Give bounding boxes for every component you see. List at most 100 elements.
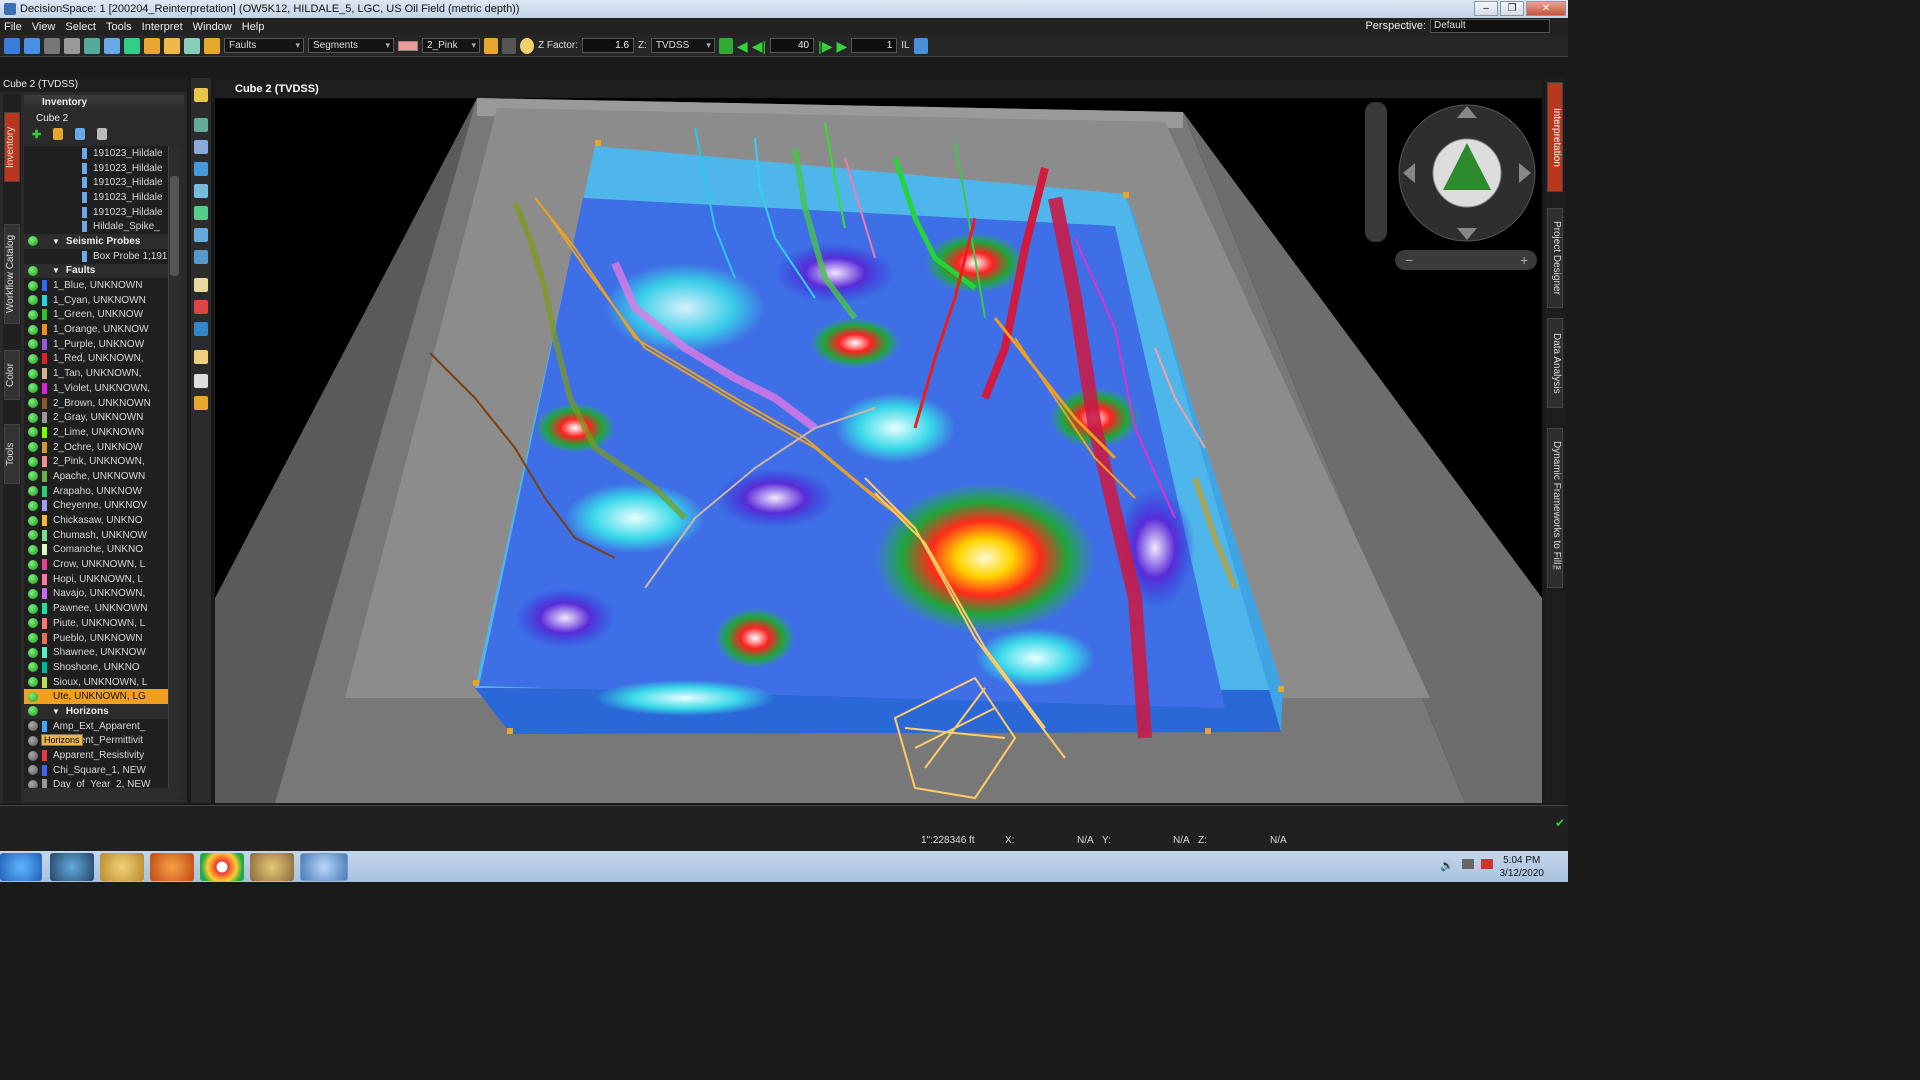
- volume-icon[interactable]: [194, 250, 208, 264]
- visibility-toggle[interactable]: [28, 588, 38, 599]
- z-domain-select[interactable]: TVDSS: [650, 38, 715, 53]
- visibility-toggle[interactable]: [28, 500, 38, 511]
- tree-row[interactable]: 1_Tan, UNKNOWN,: [24, 366, 168, 381]
- tree-row[interactable]: 191023_Hildale: [24, 205, 168, 220]
- maximize-button[interactable]: ❐: [1500, 1, 1524, 16]
- roll-slider[interactable]: [1395, 250, 1537, 270]
- new-icon[interactable]: [4, 37, 20, 54]
- expand-icon[interactable]: ▼: [52, 237, 60, 246]
- hand-icon[interactable]: [194, 350, 208, 364]
- tree-row[interactable]: Chumash, UNKNOW: [24, 528, 168, 543]
- add-icon[interactable]: ✚: [32, 128, 41, 141]
- tree-row[interactable]: 1_Purple, UNKNOW: [24, 337, 168, 352]
- tree-row[interactable]: Piute, UNKNOWN, L: [24, 616, 168, 631]
- tree-row[interactable]: 1_Orange, UNKNOW: [24, 322, 168, 337]
- visibility-toggle[interactable]: [28, 603, 38, 614]
- object-type-select[interactable]: Faults: [224, 38, 304, 53]
- network-icon[interactable]: [1462, 859, 1474, 869]
- visibility-toggle[interactable]: [28, 530, 38, 541]
- tree-row[interactable]: 2_Lime, UNKNOWN: [24, 425, 168, 440]
- visibility-toggle[interactable]: [28, 706, 38, 717]
- menu-file[interactable]: File: [4, 21, 22, 33]
- visibility-toggle[interactable]: [28, 735, 38, 746]
- list-icon[interactable]: [53, 128, 64, 140]
- camera-icon[interactable]: [184, 37, 200, 54]
- visibility-toggle[interactable]: [28, 353, 38, 364]
- visibility-toggle[interactable]: [28, 677, 38, 688]
- tab-tools[interactable]: Tools: [4, 424, 20, 484]
- tree-row[interactable]: 1_Cyan, UNKNOWN: [24, 293, 168, 308]
- tree-row[interactable]: 1_Red, UNKNOWN,: [24, 352, 168, 367]
- tree-row[interactable]: 2_Ochre, UNKNOW: [24, 440, 168, 455]
- clock[interactable]: 5:04 PM 3/12/2020: [1500, 854, 1545, 880]
- visibility-toggle[interactable]: [28, 559, 38, 570]
- menu-interpret[interactable]: Interpret: [142, 21, 183, 33]
- tree-row[interactable]: Shoshone, UNKNO: [24, 660, 168, 675]
- visibility-toggle[interactable]: [28, 398, 38, 409]
- tree-row[interactable]: 191023_Hildale: [24, 146, 168, 161]
- tree-row[interactable]: Ute, UNKNOWN, LG: [24, 689, 168, 705]
- menu-tools[interactable]: Tools: [106, 21, 132, 33]
- volume-icon[interactable]: 🔊: [1440, 859, 1454, 872]
- first-frame-icon[interactable]: ◀: [737, 39, 748, 53]
- grid-icon[interactable]: [124, 37, 140, 54]
- cube-icon[interactable]: [164, 37, 180, 54]
- tree-row[interactable]: 191023_Hildale: [24, 161, 168, 176]
- tree-row[interactable]: Apache, UNKNOWN: [24, 469, 168, 484]
- tree-row[interactable]: Arapaho, UNKNOW: [24, 484, 168, 499]
- visibility-toggle[interactable]: [28, 280, 38, 291]
- visibility-toggle[interactable]: [28, 471, 38, 482]
- tree-row[interactable]: 1_Blue, UNKNOWN: [24, 278, 168, 293]
- pointer-icon[interactable]: [194, 374, 208, 388]
- undo-icon[interactable]: [484, 37, 498, 54]
- tree-row[interactable]: Chi_Square_1, NEW: [24, 763, 168, 778]
- pan-icon[interactable]: [194, 184, 208, 198]
- zfactor-input[interactable]: 1.6: [582, 38, 635, 53]
- inventory-root[interactable]: Cube 2: [24, 112, 184, 126]
- home-icon[interactable]: [194, 206, 208, 220]
- expand-icon[interactable]: ▼: [52, 266, 60, 275]
- tree-row[interactable]: Pawnee, UNKNOWN: [24, 601, 168, 616]
- visibility-toggle[interactable]: [28, 544, 38, 555]
- visibility-toggle[interactable]: [28, 427, 38, 438]
- save-icon[interactable]: [44, 37, 60, 54]
- tree-row[interactable]: Box Probe 1;191(: [24, 249, 168, 264]
- visibility-toggle[interactable]: [28, 633, 38, 644]
- zoom-out-icon[interactable]: −: [1405, 252, 1413, 268]
- visibility-toggle[interactable]: [28, 691, 38, 702]
- tree-row[interactable]: Navajo, UNKNOWN,: [24, 587, 168, 602]
- chrome-icon[interactable]: [200, 853, 244, 881]
- close-button[interactable]: ✕: [1526, 1, 1566, 16]
- visibility-toggle[interactable]: [28, 618, 38, 629]
- visibility-toggle[interactable]: [28, 515, 38, 526]
- tree-row[interactable]: Shawnee, UNKNOW: [24, 645, 168, 660]
- visibility-toggle[interactable]: [28, 442, 38, 453]
- tree-row[interactable]: 1_Violet, UNKNOWN,: [24, 381, 168, 396]
- tree-row[interactable]: 2_Gray, UNKNOWN: [24, 410, 168, 425]
- tree-row[interactable]: 2_Brown, UNKNOWN: [24, 396, 168, 411]
- tree-section[interactable]: ▼ Faults: [24, 263, 168, 279]
- navigation-widget[interactable]: − +: [1365, 102, 1537, 270]
- tree-row[interactable]: Day_of_Year_2, NEW: [24, 778, 168, 788]
- redo-icon[interactable]: [502, 37, 516, 54]
- explorer-icon[interactable]: [100, 853, 144, 881]
- copy-icon[interactable]: [64, 37, 80, 54]
- visibility-toggle[interactable]: [28, 368, 38, 379]
- rotate-icon[interactable]: [194, 162, 208, 176]
- visibility-toggle[interactable]: [28, 779, 38, 788]
- decisionspace-icon[interactable]: [300, 853, 348, 881]
- tree-row[interactable]: Cheyenne, UNKNOV: [24, 499, 168, 514]
- tab-project-designer[interactable]: Project Designer: [1547, 208, 1563, 308]
- step-input[interactable]: 40: [770, 38, 815, 53]
- tab-inventory[interactable]: Inventory: [4, 112, 20, 182]
- visibility-toggle[interactable]: [28, 295, 38, 306]
- tab-dynamic-frameworks[interactable]: Dynamic Frameworks to Fill™: [1547, 428, 1563, 588]
- visibility-toggle[interactable]: [28, 456, 38, 467]
- visibility-toggle[interactable]: [28, 486, 38, 497]
- tab-color[interactable]: Color: [4, 350, 20, 400]
- box-icon[interactable]: [194, 228, 208, 242]
- tab-interpretation[interactable]: Interpretation: [1547, 82, 1563, 192]
- visibility-toggle[interactable]: [28, 324, 38, 335]
- fault-color-swatch[interactable]: [398, 40, 418, 51]
- play-icon[interactable]: ▶: [837, 39, 848, 53]
